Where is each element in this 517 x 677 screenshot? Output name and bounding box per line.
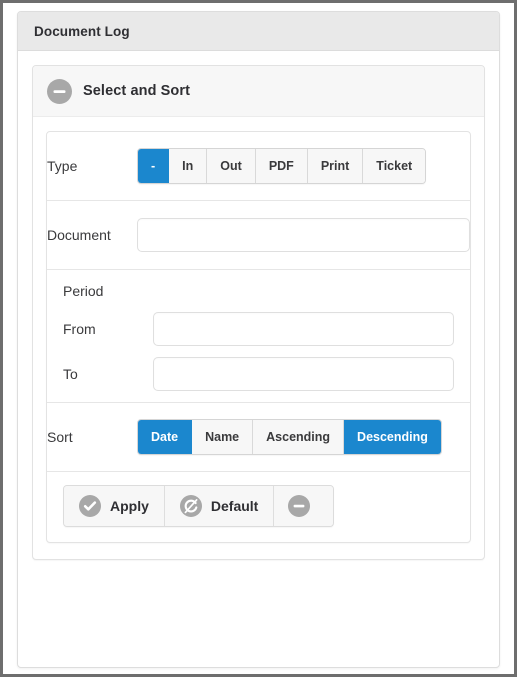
apply-button[interactable]: Apply <box>64 486 165 526</box>
type-option-print[interactable]: Print <box>307 149 364 183</box>
period-from-row: From <box>63 312 454 346</box>
action-button-group: Apply Default <box>63 485 335 527</box>
apply-button-label: Apply <box>110 498 149 514</box>
period-from-input[interactable] <box>153 312 454 346</box>
section-title: Select and Sort <box>83 83 191 99</box>
document-row: Document <box>47 201 470 270</box>
sort-label: Sort <box>47 429 73 445</box>
type-option-ticket[interactable]: Ticket <box>363 149 426 183</box>
sort-option-ascending[interactable]: Ascending <box>253 420 345 454</box>
minus-circle-icon[interactable] <box>47 78 72 104</box>
default-button[interactable]: Default <box>164 486 275 526</box>
select-and-sort-header[interactable]: Select and Sort <box>33 66 484 117</box>
check-circle-icon <box>79 495 101 517</box>
type-button-group: - In Out PDF Print Ticket <box>137 148 427 184</box>
from-label: From <box>63 321 96 337</box>
period-to-row: To <box>63 357 454 391</box>
document-log-panel: Document Log Select and Sort Type - In O… <box>17 11 500 668</box>
document-label: Document <box>47 227 111 243</box>
panel-header: Document Log <box>18 12 499 51</box>
page-title: Document Log <box>34 23 130 39</box>
minus-circle-icon <box>288 495 311 517</box>
sort-row: Sort Date Name Ascending Descending <box>47 403 470 472</box>
period-group: Period From To <box>47 270 470 403</box>
action-row: Apply Default <box>47 472 470 542</box>
collapse-button[interactable] <box>274 486 334 526</box>
to-label: To <box>63 366 78 382</box>
app-viewport: Document Log Select and Sort Type - In O… <box>0 0 517 677</box>
sort-button-group: Date Name Ascending Descending <box>137 419 442 455</box>
type-option-out[interactable]: Out <box>207 149 256 183</box>
type-option-dash[interactable]: - <box>138 149 170 183</box>
sort-option-name[interactable]: Name <box>192 420 254 454</box>
type-label: Type <box>47 158 78 174</box>
period-label: Period <box>63 283 104 299</box>
type-option-pdf[interactable]: PDF <box>255 149 308 183</box>
panel-body: Select and Sort Type - In Out PDF Print … <box>18 51 499 574</box>
document-input[interactable] <box>137 218 470 252</box>
default-button-label: Default <box>210 498 259 514</box>
type-row: Type - In Out PDF Print Ticket <box>47 132 470 201</box>
select-and-sort-section: Select and Sort Type - In Out PDF Print … <box>32 65 485 560</box>
sort-option-descending[interactable]: Descending <box>344 420 441 454</box>
filter-form: Type - In Out PDF Print Ticket Document <box>46 131 471 543</box>
sort-option-date[interactable]: Date <box>138 420 193 454</box>
period-to-input[interactable] <box>153 357 454 391</box>
type-option-in[interactable]: In <box>169 149 208 183</box>
reset-circle-icon <box>179 495 202 517</box>
